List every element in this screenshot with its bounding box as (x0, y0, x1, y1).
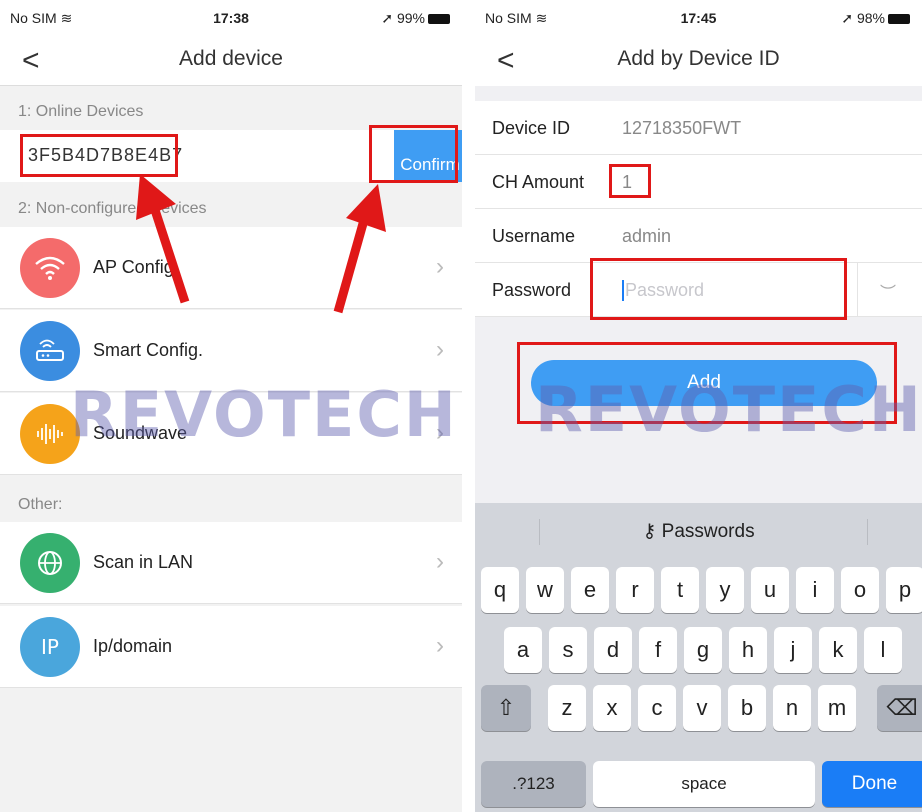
page-title: Add device (179, 47, 283, 70)
location-icon: ➚ (381, 10, 394, 26)
key-i[interactable]: i (796, 567, 834, 613)
battery-icon (428, 14, 450, 25)
key-r[interactable]: r (616, 567, 654, 613)
option-label: Ip/domain (93, 636, 173, 656)
wifi-icon (20, 238, 80, 298)
key-j[interactable]: j (774, 627, 812, 673)
key-y[interactable]: y (706, 567, 744, 613)
key-v[interactable]: v (683, 685, 721, 731)
ch-amount-row: CH Amount 1 (475, 155, 922, 209)
add-device-screen: No SIM ≋ 17:38 ➚ 99% < Add device 1: Onl… (0, 0, 462, 812)
ch-amount-label: CH Amount (492, 172, 585, 192)
key-q[interactable]: q (481, 567, 519, 613)
key-icon: ⚷ (642, 521, 657, 542)
key-n[interactable]: n (773, 685, 811, 731)
status-bar: No SIM ≋ 17:38 ➚ 99% (0, 0, 462, 36)
username-label: Username (492, 226, 576, 246)
eye-closed-icon[interactable]: ︶ (880, 279, 896, 303)
ip-icon: IP (20, 617, 80, 677)
key-m[interactable]: m (818, 685, 856, 731)
divider (857, 263, 858, 317)
key-t[interactable]: t (661, 567, 699, 613)
key-o[interactable]: o (841, 567, 879, 613)
chevron-right-icon: › (436, 253, 444, 280)
device-id-row: Device ID 12718350FWT (475, 101, 922, 155)
highlight-box-confirm (369, 125, 458, 183)
highlight-box-ch-amount (609, 164, 651, 198)
space-key[interactable]: space (593, 761, 815, 807)
option-label: Scan in LAN (93, 552, 194, 572)
key-h[interactable]: h (729, 627, 767, 673)
watermark-text: REVOTECH (70, 378, 458, 451)
highlight-box-password (590, 258, 847, 320)
key-p[interactable]: p (886, 567, 922, 613)
key-a[interactable]: a (504, 627, 542, 673)
shift-key[interactable]: ⇧ (481, 685, 531, 731)
backspace-key[interactable]: ⌫ (877, 685, 922, 731)
option-label: Smart Config. (93, 340, 204, 360)
key-c[interactable]: c (638, 685, 676, 731)
battery-percent: 99% (396, 10, 425, 26)
done-key[interactable]: Done (822, 761, 922, 807)
device-id-label: Device ID (492, 118, 571, 138)
annotation-arrow-icon (136, 174, 190, 304)
add-by-device-id-screen: No SIM ≋ 17:45 ➚ 98% < Add by Device ID … (475, 0, 922, 812)
section-other: Other: (18, 496, 63, 513)
option-scan-in-lan[interactable]: Scan in LAN › (0, 522, 462, 604)
nav-bar: < Add device (0, 36, 462, 86)
key-u[interactable]: u (751, 567, 789, 613)
key-x[interactable]: x (593, 685, 631, 731)
device-id-value[interactable]: 12718350FWT (622, 118, 741, 139)
option-ip-domain[interactable]: IP Ip/domain › (0, 606, 462, 688)
router-icon (20, 321, 80, 381)
username-value[interactable]: admin (622, 226, 671, 247)
chevron-right-icon: › (436, 632, 444, 659)
key-w[interactable]: w (526, 567, 564, 613)
chevron-right-icon: › (436, 336, 444, 363)
username-row: Username admin (475, 209, 922, 263)
keyboard-suggestion-bar: ⚷ Passwords (475, 503, 922, 559)
status-bar: No SIM ≋ 17:45 ➚ 98% (475, 0, 922, 36)
key-d[interactable]: d (594, 627, 632, 673)
battery-percent: 98% (856, 10, 885, 26)
nav-bar: < Add by Device ID (475, 36, 922, 86)
chevron-right-icon: › (436, 548, 444, 575)
location-icon: ➚ (841, 10, 854, 26)
key-g[interactable]: g (684, 627, 722, 673)
passwords-suggestion[interactable]: Passwords (662, 521, 755, 542)
page-title: Add by Device ID (617, 47, 780, 70)
key-e[interactable]: e (571, 567, 609, 613)
option-ap-config[interactable]: AP Config. › (0, 227, 462, 309)
watermark-text: REVOTECH (535, 373, 922, 446)
key-s[interactable]: s (549, 627, 587, 673)
annotation-arrow-icon (333, 184, 386, 314)
keyboard: ⚷ Passwords qwertyuiop asdfghjkl zxcvbnm… (475, 503, 922, 812)
key-z[interactable]: z (548, 685, 586, 731)
key-l[interactable]: l (864, 627, 902, 673)
key-k[interactable]: k (819, 627, 857, 673)
numbers-key[interactable]: .?123 (481, 761, 586, 807)
password-label: Password (492, 280, 572, 300)
key-f[interactable]: f (639, 627, 677, 673)
section-online-devices: 1: Online Devices (18, 103, 144, 120)
battery-icon (888, 14, 910, 25)
key-b[interactable]: b (728, 685, 766, 731)
globe-icon (20, 533, 80, 593)
